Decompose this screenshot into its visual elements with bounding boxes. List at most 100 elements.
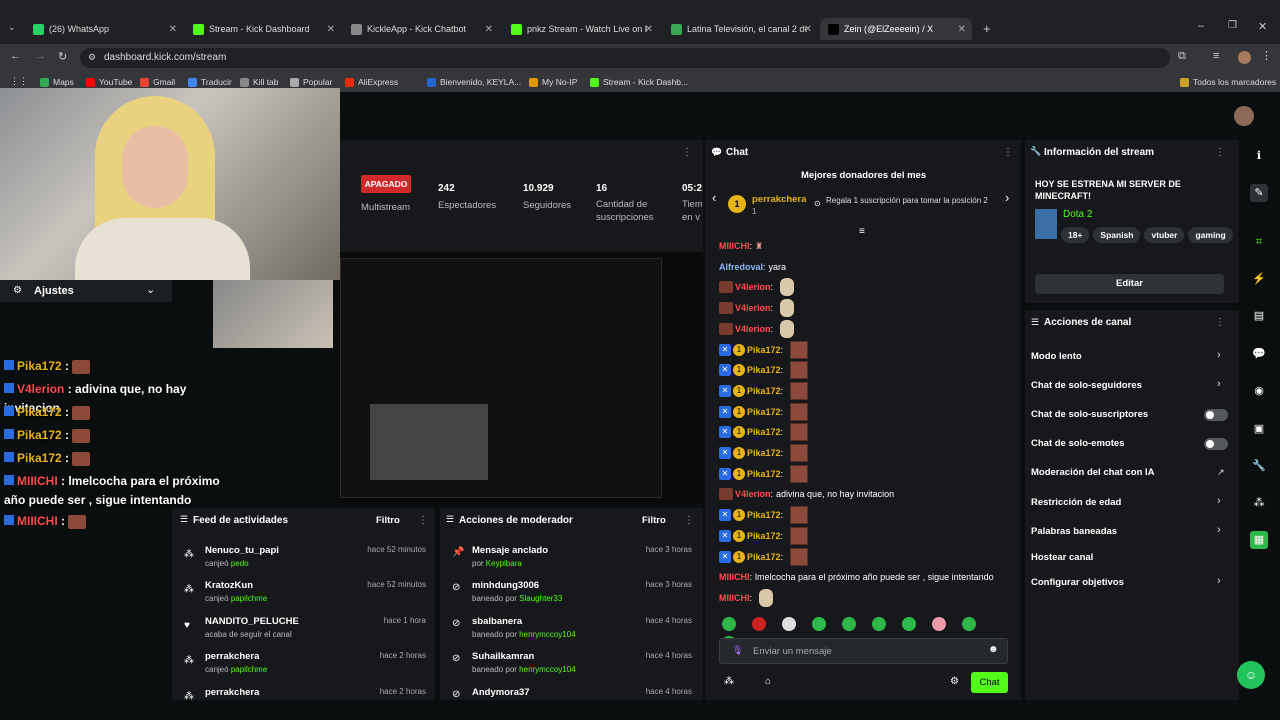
channel-avatar[interactable] — [1234, 106, 1254, 126]
stream-tag[interactable]: vtuber — [1144, 227, 1185, 243]
chat-username[interactable]: Pika172 — [747, 510, 781, 520]
reload-icon[interactable]: ↻ — [58, 50, 67, 63]
chevron-right-icon[interactable]: › — [1217, 378, 1221, 390]
pinned-filter-icon[interactable]: ≡ — [859, 226, 865, 237]
new-tab-button[interactable]: + — [983, 21, 991, 36]
browser-tab[interactable]: KickleApp - Kick Chatbot ✕ — [343, 18, 499, 40]
browser-tab[interactable]: (26) WhatsApp ✕ — [25, 18, 183, 40]
tool-icon[interactable]: 🔧 — [1250, 457, 1268, 475]
browser-menu-icon[interactable]: ⋮ — [1261, 49, 1272, 62]
chevron-right-icon[interactable]: › — [1217, 524, 1221, 536]
edit-button[interactable]: Editar — [1035, 274, 1224, 294]
channel-action[interactable]: Chat de solo-suscriptores — [1031, 409, 1148, 420]
tab-search-icon[interactable]: ⌄ — [8, 22, 16, 33]
toggle-switch[interactable] — [1204, 438, 1228, 450]
chat-username[interactable]: MIIICHI — [719, 241, 750, 251]
chat-username[interactable]: Pika172 — [747, 345, 781, 355]
tab-close-icon[interactable]: ✕ — [485, 24, 493, 35]
apps-icon[interactable]: ⋮⋮ — [10, 76, 28, 87]
address-bar[interactable]: dashboard.kick.com/stream — [80, 48, 1170, 68]
top-donor-name[interactable]: perrakchera — [752, 194, 806, 205]
bookmark-item[interactable]: Kill tab — [240, 77, 279, 87]
back-icon[interactable]: ← — [10, 50, 21, 62]
info-menu-icon[interactable]: ⋮ — [1215, 147, 1225, 158]
chevron-right-icon[interactable]: › — [1217, 495, 1221, 507]
chat-username[interactable]: Pika172 — [747, 407, 781, 417]
actions-menu-icon[interactable]: ⋮ — [1215, 317, 1225, 328]
mod-menu-icon[interactable]: ⋮ — [684, 515, 694, 526]
mod-filter-button[interactable]: Filtro — [642, 515, 666, 526]
close-window-button[interactable]: ✕ — [1258, 20, 1267, 33]
support-chat-icon[interactable]: ☺ — [1237, 661, 1265, 689]
message-icon[interactable]: 💬 — [1250, 345, 1268, 363]
maximize-button[interactable]: ❐ — [1228, 20, 1237, 31]
forward-icon[interactable]: → — [35, 50, 46, 62]
bookmark-item[interactable]: Popular — [290, 77, 332, 87]
layers-icon[interactable]: ▣ — [1250, 420, 1268, 438]
chat-username[interactable]: Pika172 — [747, 386, 781, 396]
stream-preview[interactable] — [340, 252, 703, 504]
bookmark-item[interactable]: Gmail — [140, 77, 175, 87]
send-chat-button[interactable]: Chat — [971, 672, 1008, 693]
chat-username[interactable]: Pika172 — [747, 365, 781, 375]
chat-username[interactable]: Pika172 — [747, 427, 781, 437]
chat-username[interactable]: Pika172 — [747, 448, 781, 458]
toggle-switch[interactable] — [1204, 409, 1228, 421]
bot-icon[interactable]: ⁂ — [1250, 494, 1268, 512]
mic-icon[interactable]: 🎙 — [732, 645, 743, 656]
extensions-icon[interactable]: ⧉ — [1178, 50, 1186, 63]
bookmark-item[interactable]: Bienvenido, KEYLA... — [427, 77, 521, 87]
chat-username[interactable]: V4lerion — [735, 324, 771, 334]
bolt-icon[interactable]: ⚡ — [1250, 270, 1268, 288]
bookmark-item[interactable]: Maps — [40, 77, 74, 87]
chat-username[interactable]: MIIICHI — [719, 572, 750, 582]
browser-tab[interactable]: Latina Televisión, el canal 2 de ✕ — [663, 18, 818, 40]
channel-action[interactable]: Chat de solo-seguidores — [1031, 380, 1142, 391]
feed-menu-icon[interactable]: ⋮ — [418, 515, 428, 526]
site-info-icon[interactable]: ⚙ — [88, 52, 96, 63]
profile-avatar[interactable] — [1238, 51, 1251, 64]
chevron-right-icon[interactable]: › — [1217, 575, 1221, 587]
donors-next-icon[interactable]: › — [1005, 190, 1009, 205]
bookmark-item[interactable]: AliExpress — [345, 77, 398, 87]
chat-username[interactable]: Alfredoval — [719, 262, 763, 272]
scan-icon[interactable]: ⌗ — [1250, 233, 1268, 251]
chat-username[interactable]: V4lerion — [735, 282, 771, 292]
chevron-down-icon[interactable]: ⌄ — [146, 283, 155, 296]
browser-tab[interactable]: pnkz Stream - Watch Live on Kick✕ — [503, 18, 659, 40]
chat-username[interactable]: Pika172 — [747, 531, 781, 541]
channel-action[interactable]: Configurar objetivos — [1031, 577, 1124, 588]
channel-action[interactable]: Restricción de edad — [1031, 497, 1121, 508]
bookmark-item[interactable]: My No-IP — [529, 77, 577, 87]
tab-close-icon[interactable]: ✕ — [645, 24, 653, 35]
multistream-label[interactable]: Multistream — [361, 202, 410, 213]
channel-action[interactable]: Palabras baneadas — [1031, 526, 1117, 537]
browser-tab[interactable]: Zein (@ElZeeeein) / X ✕ — [820, 18, 972, 40]
chat-username[interactable]: Pika172 — [747, 552, 781, 562]
store-icon[interactable]: ⌂ — [765, 676, 771, 687]
chat-settings-icon[interactable]: ⚙ — [950, 676, 959, 687]
bookmark-item[interactable]: Traducir — [188, 77, 232, 87]
tab-close-icon[interactable]: ✕ — [958, 24, 966, 35]
stream-tag[interactable]: Spanish — [1093, 227, 1141, 243]
info-icon[interactable]: ℹ — [1250, 147, 1268, 165]
channel-action[interactable]: Modo lento — [1031, 351, 1082, 362]
bookmark-item[interactable]: Stream - Kick Dashb... — [590, 77, 688, 87]
tab-close-icon[interactable]: ✕ — [169, 24, 177, 35]
minimize-button[interactable]: – — [1198, 20, 1204, 32]
chat-username[interactable]: MIIICHI — [719, 593, 750, 603]
settings-bar[interactable]: ⚙ Ajustes ⌄ — [0, 280, 172, 302]
tab-close-icon[interactable]: ✕ — [804, 24, 812, 35]
note-icon[interactable]: ▤ — [1250, 307, 1268, 325]
gift-text[interactable]: Regala 1 suscripción para tomar la posic… — [826, 196, 998, 206]
chat-username[interactable]: V4lerion — [735, 489, 771, 499]
chat-input[interactable]: 🎙 Enviar un mensaje ☻ — [719, 638, 1008, 664]
broadcast-icon[interactable]: ◉ — [1250, 382, 1268, 400]
category-name[interactable]: Dota 2 — [1063, 209, 1092, 220]
channel-action[interactable]: Hostear canal — [1031, 552, 1093, 563]
emoji-icon[interactable]: ☻ — [988, 644, 999, 655]
chat-username[interactable]: V4lerion — [735, 303, 771, 313]
chevron-right-icon[interactable]: › — [1217, 349, 1221, 361]
bookmark-item[interactable]: YouTube — [86, 77, 132, 87]
tab-close-icon[interactable]: ✕ — [327, 24, 335, 35]
